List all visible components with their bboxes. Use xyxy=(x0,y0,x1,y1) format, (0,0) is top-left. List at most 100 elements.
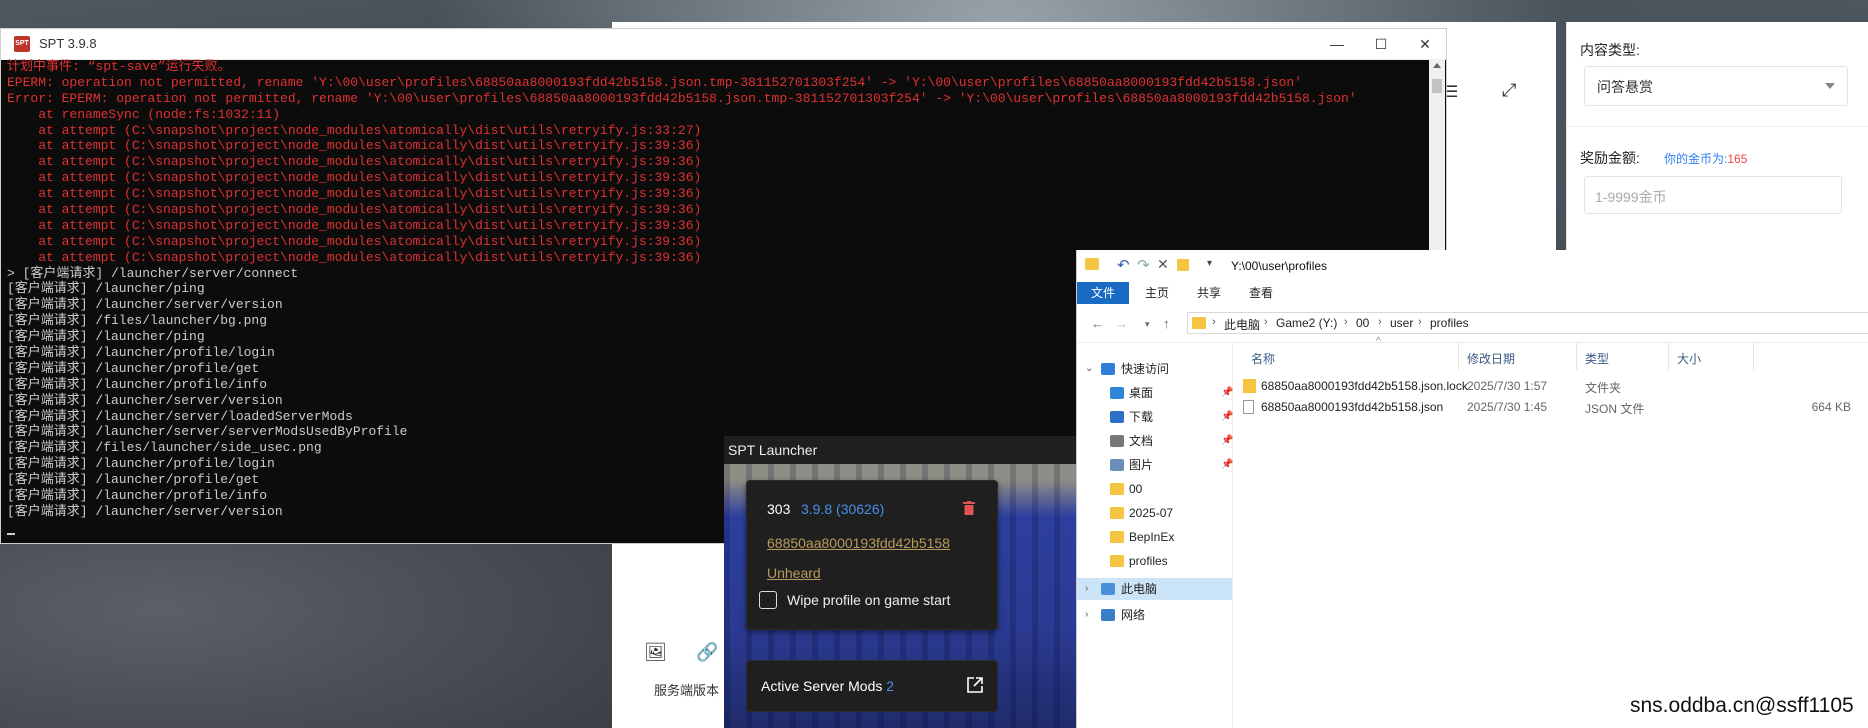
tree-item-2025-07[interactable]: 2025-07 xyxy=(1077,502,1232,524)
wipe-profile-checkbox[interactable] xyxy=(759,591,777,609)
close-icon[interactable]: ✕ xyxy=(1411,33,1439,55)
tree-item-bepinex[interactable]: BepInEx xyxy=(1077,526,1232,548)
column-divider[interactable] xyxy=(1458,342,1459,370)
forward-icon[interactable]: → xyxy=(1115,316,1128,331)
customize-qat-icon[interactable]: ▾ xyxy=(1207,258,1212,269)
tab-share[interactable]: 共享 xyxy=(1189,282,1229,304)
column-divider[interactable] xyxy=(1668,342,1669,370)
desktop-icon xyxy=(1110,387,1124,399)
tab-file[interactable]: 文件 xyxy=(1077,282,1129,304)
tree-network[interactable]: › 网络 xyxy=(1077,604,1232,626)
tree-item-profiles[interactable]: profiles xyxy=(1077,550,1232,572)
column-header[interactable]: 名称 xyxy=(1251,350,1275,367)
pin-icon: 📌 xyxy=(1221,459,1234,470)
back-icon[interactable]: ← xyxy=(1091,316,1104,331)
console-line: at attempt (C:\snapshot\project\node_mod… xyxy=(7,154,702,170)
breadcrumb-game2[interactable]: Game2 (Y:) xyxy=(1276,316,1337,330)
expand-icon[interactable]: ⤢ xyxy=(1502,80,1516,101)
chevron-right-icon[interactable]: › xyxy=(1085,604,1088,626)
delete-icon[interactable]: ✕ xyxy=(1157,256,1169,273)
recent-locations-icon[interactable]: ▾ xyxy=(1145,319,1150,330)
tree-item-文档[interactable]: 文档 📌 xyxy=(1077,430,1234,452)
file-date: 2025/7/30 1:57 xyxy=(1467,379,1548,393)
breadcrumb-this-pc[interactable]: 此电脑 xyxy=(1224,316,1260,333)
tree-item-下载[interactable]: 下载 📌 xyxy=(1077,406,1234,428)
file-row[interactable]: 68850aa8000193fdd42b5158.json 2025/7/30 1… xyxy=(1233,397,1868,417)
file-list[interactable]: 名称 修改日期 类型 大小 68850aa8000193fdd42b5158.json.… xyxy=(1233,342,1868,728)
chevron-down-icon[interactable]: ⌄ xyxy=(1085,358,1093,380)
tree-item-label: 2025-07 xyxy=(1129,506,1174,520)
trash-icon[interactable] xyxy=(963,501,975,515)
file-row[interactable]: 68850aa8000193fdd42b5158.json.lock 2025/7… xyxy=(1233,376,1868,396)
attachment-icon[interactable]: 🔗 xyxy=(696,642,718,663)
console-line: at attempt (C:\snapshot\project\node_mod… xyxy=(7,186,702,202)
chevron-right-icon: › xyxy=(1418,316,1422,328)
address-bar[interactable]: › 此电脑 › Game2 (Y:) › 00 › user › profile… xyxy=(1187,312,1868,334)
address-folder-icon xyxy=(1192,317,1206,329)
tree-item-桌面[interactable]: 桌面 📌 xyxy=(1077,382,1234,404)
window-title-path: Y:\00\user\profiles xyxy=(1231,259,1328,273)
pin-icon: 📌 xyxy=(1221,411,1234,422)
active-server-mods-bar[interactable]: Active Server Mods 2 xyxy=(746,660,998,712)
pin-icon: 📌 xyxy=(1221,435,1234,446)
file-date: 2025/7/30 1:45 xyxy=(1467,400,1548,414)
file-explorer-window[interactable]: ↶ ↷ ✕ ▾ Y:\00\user\profiles 文件 主页 共享 查看 … xyxy=(1076,250,1868,728)
column-header[interactable]: 类型 xyxy=(1585,350,1609,367)
profile-id-link[interactable]: 68850aa8000193fdd42b5158 xyxy=(767,535,950,551)
new-folder-icon[interactable] xyxy=(1177,259,1189,271)
picture-icon xyxy=(1110,459,1124,471)
navigation-pane[interactable]: ⌄ 快速访问 桌面 📌 下载 📌 文档 📌 图片 📌 00 2025-07 BepInEx profile… xyxy=(1077,342,1233,728)
document-icon xyxy=(1110,435,1124,447)
profile-number: 303 xyxy=(767,501,791,517)
profile-name-link[interactable]: Unheard xyxy=(767,565,821,581)
tab-home[interactable]: 主页 xyxy=(1137,282,1177,304)
tab-view[interactable]: 查看 xyxy=(1241,282,1281,304)
breadcrumb-profiles[interactable]: profiles xyxy=(1430,316,1469,330)
file-icon xyxy=(1243,400,1254,414)
image-icon[interactable]: 🖼 xyxy=(644,642,667,663)
column-divider[interactable] xyxy=(1753,342,1754,370)
up-icon[interactable]: ↑ xyxy=(1163,316,1170,331)
undo-icon[interactable]: ↶ xyxy=(1117,256,1130,274)
console-title: SPT 3.9.8 xyxy=(39,36,97,51)
reward-placeholder: 1-9999金币 xyxy=(1595,189,1667,205)
profile-card[interactable]: 303 3.9.8 (30626) 68850aa8000193fdd42b51… xyxy=(746,480,998,630)
scroll-thumb[interactable] xyxy=(1432,79,1442,93)
folder-icon xyxy=(1110,483,1124,495)
content-type-value: 问答悬赏 xyxy=(1597,79,1653,95)
console-titlebar[interactable]: SPT SPT 3.9.8 — ☐ ✕ xyxy=(1,29,1446,60)
content-type-select[interactable]: 问答悬赏 xyxy=(1584,66,1848,106)
column-divider[interactable] xyxy=(1576,342,1577,370)
breadcrumb-00[interactable]: 00 xyxy=(1356,316,1369,330)
console-line: 计划中事件: “spt-save”运行失败。 xyxy=(7,59,231,74)
watermark: sns.oddba.cn@ssff1105 xyxy=(1630,694,1854,717)
redo-icon[interactable]: ↷ xyxy=(1137,256,1150,274)
column-header[interactable]: 大小 xyxy=(1677,350,1701,367)
console-line: Error: EPERM: operation not permitted, r… xyxy=(7,90,1357,106)
chevron-right-icon[interactable]: › xyxy=(1085,578,1088,600)
breadcrumb-user[interactable]: user xyxy=(1390,316,1413,330)
mods-label-text: Active Server Mods xyxy=(761,678,883,694)
tree-quick-access[interactable]: ⌄ 快速访问 xyxy=(1077,358,1232,380)
maximize-icon[interactable]: ☐ xyxy=(1367,33,1395,55)
tree-this-pc[interactable]: › 此电脑 xyxy=(1077,578,1232,600)
spt-app-icon: SPT xyxy=(14,36,30,52)
tree-item-label: profiles xyxy=(1129,554,1168,568)
chevron-right-icon: › xyxy=(1212,316,1216,328)
file-name: 68850aa8000193fdd42b5158.json xyxy=(1261,400,1444,414)
tree-item-图片[interactable]: 图片 📌 xyxy=(1077,454,1234,476)
server-version: 3.9.8 (30626) xyxy=(801,501,885,517)
pin-icon: 📌 xyxy=(1221,387,1234,398)
tree-item-label: BepInEx xyxy=(1129,530,1175,544)
file-size: 664 KB xyxy=(1811,400,1851,414)
file-type: JSON 文件 xyxy=(1585,402,1645,416)
tree-item-00[interactable]: 00 xyxy=(1077,478,1232,500)
open-external-icon[interactable] xyxy=(966,676,984,694)
coin-balance-value: 165 xyxy=(1727,152,1748,166)
folder-icon xyxy=(1110,531,1124,543)
minimize-icon[interactable]: — xyxy=(1323,33,1351,55)
file-type: 文件夹 xyxy=(1585,381,1622,395)
reward-amount-input[interactable]: 1-9999金币 xyxy=(1584,176,1842,214)
scroll-up-icon[interactable] xyxy=(1433,63,1441,68)
column-header[interactable]: 修改日期 xyxy=(1467,350,1515,367)
